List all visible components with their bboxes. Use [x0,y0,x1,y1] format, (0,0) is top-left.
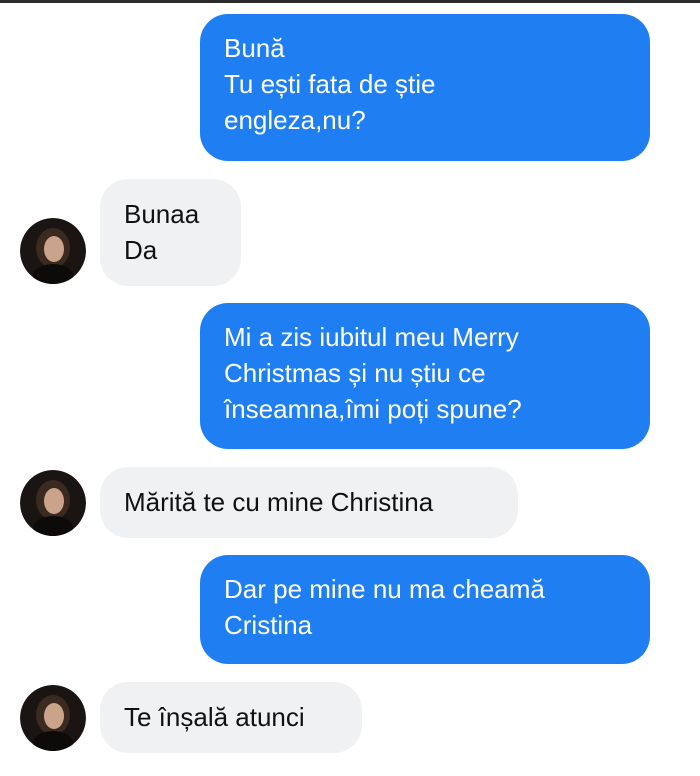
contact-avatar[interactable] [20,685,86,751]
contact-avatar[interactable] [20,218,86,284]
top-edge [0,0,700,3]
received-message-bubble[interactable]: Bunaa Da [100,179,241,286]
received-message-bubble[interactable]: Te înșală atunci [100,682,362,753]
received-message-bubble[interactable]: Mărită te cu mine Christina [100,467,518,538]
contact-avatar[interactable] [20,470,86,536]
sent-message-bubble[interactable]: Bună Tu ești fata de știe engleza,nu? [200,14,650,161]
sent-message-bubble[interactable]: Mi a zis iubitul meu Merry Christmas și … [200,303,650,449]
sent-message-bubble[interactable]: Dar pe mine nu ma cheamă Cristina [200,555,650,664]
